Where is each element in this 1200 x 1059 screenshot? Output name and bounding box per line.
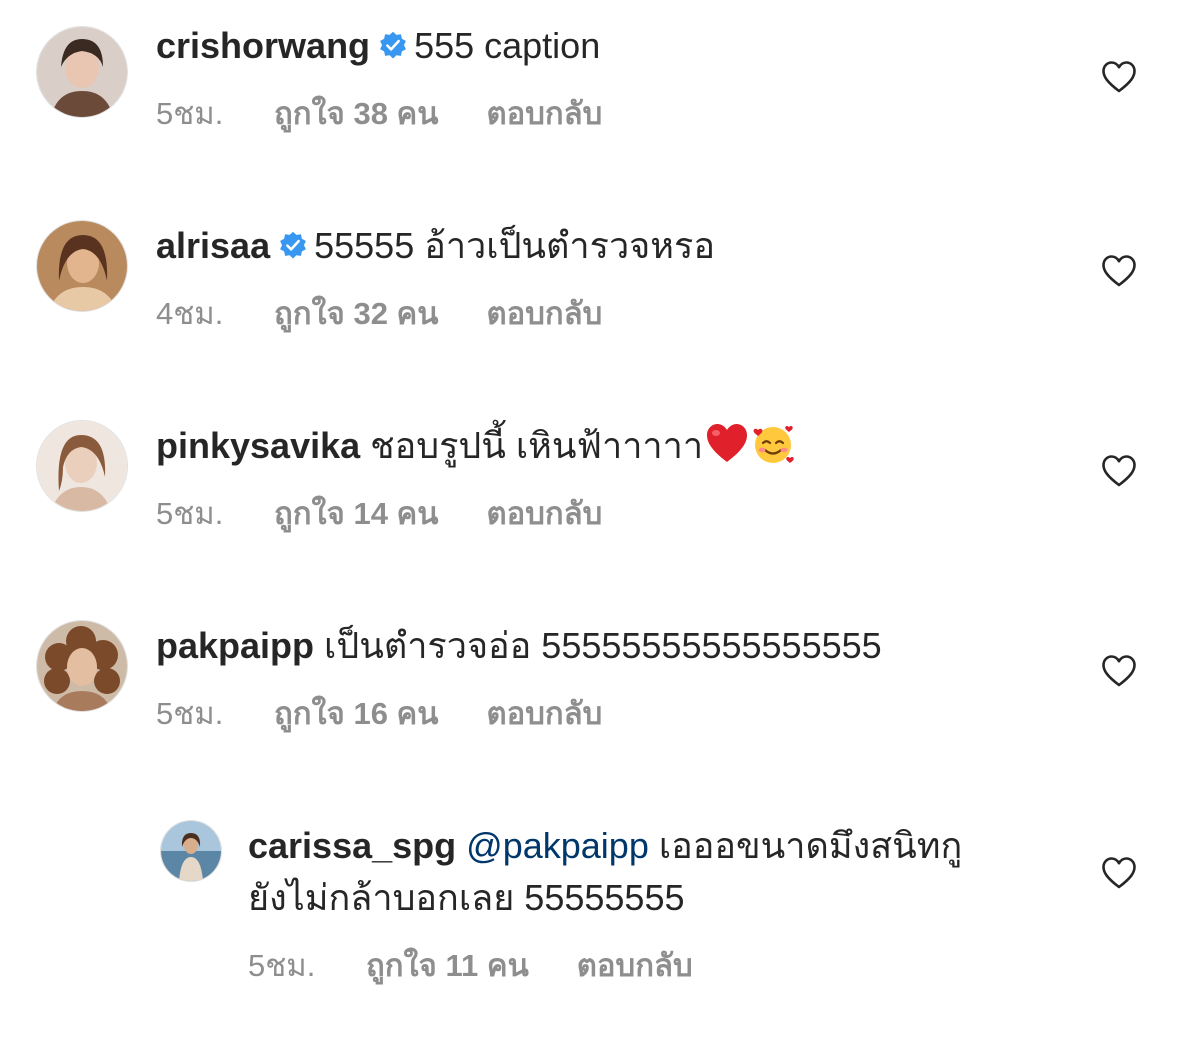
comment-text: ชอบรูปนี้ เหินฟ้าาาาา bbox=[370, 425, 704, 466]
comment-text-line1: เอออขนาดมึงสนิทกู bbox=[658, 825, 963, 866]
comment-text-line: pinkysavika ชอบรูปนี้ เหินฟ้าาาาา bbox=[156, 420, 795, 472]
comment-text-line: carissa_spg @pakpaipp เอออขนาดมึงสนิทกู bbox=[248, 820, 962, 872]
avatar[interactable] bbox=[36, 220, 128, 312]
comment-time: 5ชม. bbox=[156, 696, 224, 731]
comment-meta: 5ชม. ถูกใจ 16 คน ตอบกลับ bbox=[156, 694, 602, 734]
comment-text-line: ยังไม่กล้าบอกเลย 55555555 bbox=[248, 872, 684, 924]
likes-count-link[interactable]: ถูกใจ 11 คน bbox=[366, 946, 529, 986]
username[interactable]: crishorwang bbox=[156, 25, 370, 66]
comment-text-line: pakpaipp เป็นตำรวจอ่อ 55555555555555555 bbox=[156, 620, 882, 672]
comment-text-line2: ยังไม่กล้าบอกเลย 55555555 bbox=[248, 877, 685, 918]
avatar[interactable] bbox=[36, 26, 128, 118]
comment-text: 555 caption bbox=[414, 25, 601, 66]
comment-time: 5ชม. bbox=[156, 96, 224, 131]
comment-meta: 4ชม. ถูกใจ 32 คน ตอบกลับ bbox=[156, 294, 602, 334]
heart-outline-icon[interactable] bbox=[1101, 254, 1137, 288]
username[interactable]: pinkysavika bbox=[156, 425, 360, 466]
likes-count-link[interactable]: ถูกใจ 16 คน bbox=[274, 694, 438, 734]
mention-link[interactable]: @pakpaipp bbox=[466, 825, 649, 866]
heart-outline-icon[interactable] bbox=[1101, 654, 1137, 688]
verified-badge-icon bbox=[378, 31, 408, 61]
reply-button[interactable]: ตอบกลับ bbox=[486, 294, 602, 334]
comment-text: เป็นตำรวจอ่อ 55555555555555555 bbox=[324, 625, 882, 666]
smiling-face-with-hearts-emoji bbox=[751, 422, 795, 466]
comment-meta: 5ชม. ถูกใจ 11 คน ตอบกลับ bbox=[248, 946, 693, 986]
reply-button[interactable]: ตอบกลับ bbox=[486, 494, 602, 534]
username[interactable]: alrisaa bbox=[156, 225, 270, 266]
comment-text-line: crishorwang 555 caption bbox=[156, 20, 600, 72]
heart-outline-icon[interactable] bbox=[1101, 856, 1137, 890]
comment-text: 55555 อ้าวเป็นตำรวจหรอ bbox=[314, 225, 715, 266]
heart-outline-icon[interactable] bbox=[1101, 454, 1137, 488]
likes-count-link[interactable]: ถูกใจ 38 คน bbox=[274, 94, 438, 134]
comment-meta: 5ชม. ถูกใจ 14 คน ตอบกลับ bbox=[156, 494, 602, 534]
username[interactable]: pakpaipp bbox=[156, 625, 314, 666]
comment-meta: 5ชม. ถูกใจ 38 คน ตอบกลับ bbox=[156, 94, 602, 134]
comment-time: 5ชม. bbox=[156, 496, 224, 531]
avatar[interactable] bbox=[160, 820, 222, 882]
likes-count-link[interactable]: ถูกใจ 32 คน bbox=[274, 294, 438, 334]
username[interactable]: carissa_spg bbox=[248, 825, 456, 866]
heart-outline-icon[interactable] bbox=[1101, 60, 1137, 94]
reply-button[interactable]: ตอบกลับ bbox=[577, 946, 693, 986]
avatar[interactable] bbox=[36, 420, 128, 512]
red-heart-emoji bbox=[705, 422, 749, 466]
reply-button[interactable]: ตอบกลับ bbox=[486, 694, 602, 734]
avatar[interactable] bbox=[36, 620, 128, 712]
comment-time: 5ชม. bbox=[248, 948, 316, 983]
reply-button[interactable]: ตอบกลับ bbox=[486, 94, 602, 134]
comment-time: 4ชม. bbox=[156, 296, 224, 331]
verified-badge-icon bbox=[278, 231, 308, 261]
comment-text-line: alrisaa 55555 อ้าวเป็นตำรวจหรอ bbox=[156, 220, 715, 272]
likes-count-link[interactable]: ถูกใจ 14 คน bbox=[274, 494, 438, 534]
